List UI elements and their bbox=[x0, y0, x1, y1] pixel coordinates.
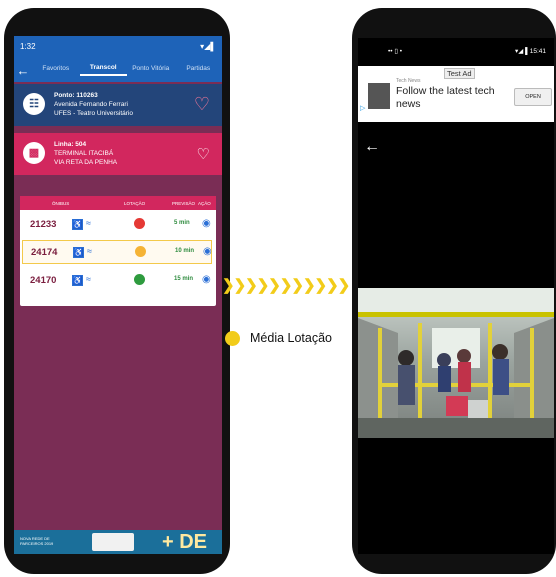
wheelchair-icon: ♿ bbox=[73, 247, 84, 258]
bus-camera-image bbox=[358, 288, 554, 438]
tab-bar: ← Favoritos Transcol Ponto Vitória Parti… bbox=[14, 58, 222, 82]
stop-street: Avenida Fernando Ferrari bbox=[54, 101, 128, 108]
status-bar: 1:32 ▾◢▌ bbox=[14, 36, 222, 58]
ad-tag: Test Ad bbox=[444, 68, 475, 79]
wifi-icon: ≈ bbox=[86, 218, 91, 228]
map-pin-icon[interactable]: ◉ bbox=[203, 246, 212, 257]
status-icons: ▾◢▌ bbox=[200, 42, 216, 51]
map-pin-icon[interactable]: ◉ bbox=[202, 218, 211, 229]
right-phone-screen: •• ▯ • ▾◢ ▌15:41 Test Ad Tech News Follo… bbox=[358, 38, 554, 554]
heart-icon[interactable]: ♡ bbox=[197, 145, 210, 163]
col-acao: AÇÃO bbox=[198, 201, 211, 206]
banner-big-text: + DE 130 bbox=[162, 531, 208, 553]
arrivals-table: ÔNIBUS LOTAÇÃO PREVISÃO AÇÃO 21233 ♿ ≈ 5… bbox=[20, 196, 216, 306]
legend-label: Média Lotação bbox=[250, 331, 333, 345]
line-route: VIA RETA DA PENHA bbox=[54, 159, 118, 166]
ad-thumbnail bbox=[368, 83, 390, 109]
banner-logo bbox=[92, 533, 134, 551]
flow-arrows: ❯❯❯❯❯❯❯❯❯❯❯ bbox=[222, 277, 350, 294]
col-onibus: ÔNIBUS bbox=[52, 201, 70, 206]
bus-interior-illustration bbox=[358, 288, 554, 438]
legend-dot bbox=[225, 331, 240, 346]
tab-partidas[interactable]: Partidas bbox=[175, 65, 223, 75]
tab-favoritos[interactable]: Favoritos bbox=[32, 65, 80, 75]
occupancy-indicator bbox=[135, 246, 146, 257]
eta-text: 10 min bbox=[175, 248, 195, 254]
ad-banner[interactable]: Test Ad Tech News Follow the latest tech… bbox=[358, 66, 554, 122]
vehicle-number: 24170 bbox=[30, 275, 57, 286]
map-pin-icon[interactable]: ◉ bbox=[202, 274, 211, 285]
ad-source: Tech News bbox=[396, 78, 421, 84]
table-row[interactable]: 24174 ♿ ≈ 10 min ◉ bbox=[22, 240, 212, 264]
back-arrow-icon[interactable]: ← bbox=[14, 63, 32, 78]
status-icons-right: ▾◢ ▌15:41 bbox=[515, 48, 546, 55]
tab-ponto-vitoria[interactable]: Ponto Vitória bbox=[127, 65, 175, 75]
table-header: ÔNIBUS LOTAÇÃO PREVISÃO AÇÃO bbox=[20, 196, 216, 210]
status-bar: •• ▯ • ▾◢ ▌15:41 bbox=[358, 38, 554, 62]
table-row[interactable]: 21233 ♿ ≈ 5 min ◉ bbox=[22, 213, 212, 237]
ad-title[interactable]: Follow the latest tech news bbox=[396, 85, 512, 111]
stop-card[interactable]: ☷ Ponto: 110263 Avenida Fernando Ferrari… bbox=[14, 84, 222, 126]
ad-choices-icon[interactable]: ▷ bbox=[360, 104, 365, 112]
line-destination: TERMINAL ITACIBÁ bbox=[54, 150, 114, 157]
left-phone-screen: 1:32 ▾◢▌ ← Favoritos Transcol Ponto Vitó… bbox=[14, 36, 222, 554]
stop-reference: UFES - Teatro Universitário bbox=[54, 110, 133, 117]
occupancy-indicator bbox=[134, 274, 145, 285]
wifi-icon: ≈ bbox=[86, 274, 91, 284]
col-lotacao: LOTAÇÃO bbox=[124, 201, 146, 206]
wifi-icon: ≈ bbox=[87, 246, 92, 256]
stop-title: Ponto: 110263 bbox=[54, 92, 98, 99]
tab-transcol[interactable]: Transcol bbox=[79, 64, 127, 76]
wheelchair-icon: ♿ bbox=[72, 219, 83, 230]
vehicle-number: 24174 bbox=[31, 247, 58, 258]
vehicle-number: 21233 bbox=[30, 219, 57, 230]
occupancy-indicator bbox=[134, 218, 145, 229]
ad-banner[interactable]: NOVA REDE DE PARCEIROS 2019 + DE 130 bbox=[14, 530, 222, 554]
status-icons-left: •• ▯ • bbox=[388, 48, 403, 55]
eta-text: 5 min bbox=[174, 220, 190, 226]
table-row[interactable]: 24170 ♿ ≈ 15 min ◉ bbox=[22, 269, 212, 293]
status-time: 1:32 bbox=[20, 42, 36, 51]
heart-icon[interactable]: ♡ bbox=[194, 94, 210, 115]
back-arrow-icon[interactable]: ← bbox=[364, 138, 380, 156]
col-previsao: PREVISÃO bbox=[172, 201, 196, 206]
banner-small-text: NOVA REDE DE PARCEIROS 2019 bbox=[20, 536, 54, 546]
wheelchair-icon: ♿ bbox=[72, 275, 83, 286]
bus-icon: ▩ bbox=[23, 142, 45, 164]
bus-stop-icon: ☷ bbox=[23, 93, 45, 115]
line-title: Linha: 504 bbox=[54, 141, 87, 148]
line-card[interactable]: ▩ Linha: 504 TERMINAL ITACIBÁ VIA RETA D… bbox=[14, 133, 222, 175]
ad-open-button[interactable]: OPEN bbox=[514, 88, 552, 106]
eta-text: 15 min bbox=[174, 276, 194, 282]
